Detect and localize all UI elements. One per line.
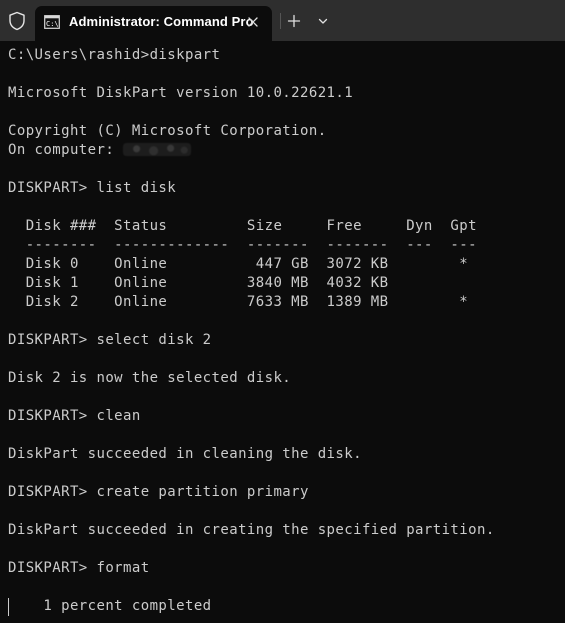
terminal-line: C:\Users\rashid>diskpart	[8, 46, 220, 65]
terminal-line-text: DISKPART> create partition primary	[8, 484, 309, 500]
plus-icon	[287, 14, 301, 28]
terminal-line-text: -------- ------------- ------- ------- -…	[8, 237, 477, 253]
terminal-line: On computer:	[8, 141, 192, 160]
terminal-line-text: Disk ### Status Size Free Dyn Gpt	[8, 218, 477, 234]
terminal-line: Disk 0 Online 447 GB 3072 KB *	[8, 255, 468, 274]
terminal-line: DISKPART> select disk 2	[8, 331, 212, 350]
terminal-line: DISKPART> clean	[8, 407, 141, 426]
new-tab-button[interactable]	[284, 11, 304, 31]
close-icon	[248, 17, 258, 27]
terminal-line: Disk 1 Online 3840 MB 4032 KB	[8, 274, 389, 293]
terminal-line: DiskPart succeeded in creating the speci…	[8, 521, 495, 540]
terminal-line-text: Disk 0 Online 447 GB 3072 KB *	[8, 256, 469, 272]
terminal-line: Disk 2 is now the selected disk.	[8, 369, 291, 388]
terminal-line-text: Disk 1 Online 3840 MB 4032 KB	[8, 275, 389, 291]
chevron-down-icon	[318, 18, 328, 24]
shield-icon	[8, 11, 26, 31]
terminal-line-text: On computer:	[8, 142, 124, 158]
terminal-line-text: Disk 2 Online 7633 MB 1389 MB *	[8, 294, 469, 310]
terminal-line-text: Disk 2 is now the selected disk.	[8, 370, 292, 386]
terminal-line: Disk 2 Online 7633 MB 1389 MB *	[8, 293, 468, 312]
terminal-line: DiskPart succeeded in cleaning the disk.	[8, 445, 362, 464]
terminal-line-text: DISKPART> list disk	[8, 180, 177, 196]
redacted-computer-name	[123, 142, 192, 156]
terminal-line: -------- ------------- ------- ------- -…	[8, 236, 477, 255]
terminal-line-text: 1 percent completed	[8, 598, 212, 614]
terminal-window: C:\ Administrator: Command Pro C:\Users\…	[0, 0, 565, 623]
terminal-line-text: DISKPART> select disk 2	[8, 332, 212, 348]
terminal-line-text: C:\Users\rashid>diskpart	[8, 47, 221, 63]
terminal-line: 1 percent completed	[8, 597, 212, 616]
terminal-line: Microsoft DiskPart version 10.0.22621.1	[8, 84, 353, 103]
terminal-line-text: Copyright (C) Microsoft Corporation.	[8, 123, 327, 139]
terminal-line: Copyright (C) Microsoft Corporation.	[8, 122, 327, 141]
terminal-output[interactable]: C:\Users\rashid>diskpart Microsoft DiskPa…	[0, 41, 565, 623]
terminal-line: DISKPART> list disk	[8, 179, 176, 198]
tab-dropdown-button[interactable]	[314, 11, 332, 31]
terminal-line: Disk ### Status Size Free Dyn Gpt	[8, 217, 477, 236]
tab-title: Administrator: Command Pro	[69, 14, 254, 29]
terminal-line: DISKPART> format	[8, 559, 150, 578]
tab-command-prompt[interactable]: C:\ Administrator: Command Pro	[35, 6, 272, 41]
terminal-line: DISKPART> create partition primary	[8, 483, 309, 502]
command-prompt-icon: C:\	[44, 15, 60, 29]
terminal-line-text: Microsoft DiskPart version 10.0.22621.1	[8, 85, 354, 101]
tab-separator	[280, 13, 281, 29]
tab-bar: C:\ Administrator: Command Pro	[0, 0, 565, 41]
terminal-line-text: DiskPart succeeded in creating the speci…	[8, 522, 495, 538]
svg-text:C:\: C:\	[46, 20, 59, 28]
terminal-line-text: DISKPART> format	[8, 560, 150, 576]
close-tab-button[interactable]	[243, 12, 263, 32]
terminal-line-text: DiskPart succeeded in cleaning the disk.	[8, 446, 362, 462]
terminal-line-text: DISKPART> clean	[8, 408, 141, 424]
